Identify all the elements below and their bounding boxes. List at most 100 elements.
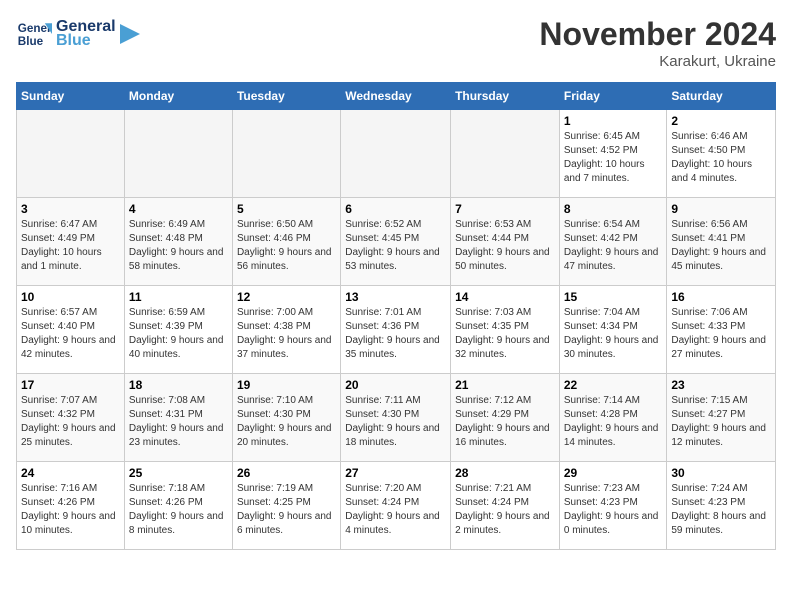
calendar-cell: 14Sunrise: 7:03 AM Sunset: 4:35 PM Dayli…	[451, 286, 560, 374]
calendar-week-3: 10Sunrise: 6:57 AM Sunset: 4:40 PM Dayli…	[17, 286, 776, 374]
calendar-cell: 8 Sunrise: 6:54 AM Sunset: 4:42 PM Daylig…	[559, 198, 667, 286]
day-info: Sunrise: 7:21 AM Sunset: 4:24 PM Dayligh…	[455, 482, 555, 538]
day-number: 23	[671, 378, 771, 392]
day-info: Sunrise: 7:19 AM Sunset: 4:25 PM Dayligh…	[237, 482, 336, 538]
day-number: 19	[237, 378, 336, 392]
calendar-cell	[124, 110, 232, 198]
calendar-cell: 30 Sunrise: 7:24 AM Sunset: 4:23 PM Dayli…	[667, 462, 776, 550]
day-number: 11	[129, 290, 228, 304]
day-info: Sunrise: 7:08 AM Sunset: 4:31 PM Dayligh…	[129, 394, 228, 450]
calendar-cell: 25 Sunrise: 7:18 AM Sunset: 4:26 PM Dayli…	[124, 462, 232, 550]
day-info: Sunrise: 7:04 AM Sunset: 4:34 PM Dayligh…	[564, 306, 663, 362]
day-number: 30	[671, 466, 771, 480]
day-number: 8	[564, 202, 663, 216]
calendar-cell: 16Sunrise: 7:06 AM Sunset: 4:33 PM Dayli…	[667, 286, 776, 374]
calendar-cell: 29Sunrise: 7:23 AM Sunset: 4:23 PM Dayli…	[559, 462, 667, 550]
calendar-table: SundayMondayTuesdayWednesdayThursdayFrid…	[16, 82, 776, 550]
day-info: Sunrise: 6:56 AM Sunset: 4:41 PM Dayligh…	[671, 218, 771, 274]
calendar-cell: 9 Sunrise: 6:56 AM Sunset: 4:41 PM Daylig…	[667, 198, 776, 286]
month-title: November 2024	[539, 16, 776, 53]
day-info: Sunrise: 7:14 AM Sunset: 4:28 PM Dayligh…	[564, 394, 663, 450]
day-number: 2	[671, 114, 771, 128]
day-number: 6	[345, 202, 446, 216]
calendar-week-2: 3Sunrise: 6:47 AM Sunset: 4:49 PM Daylig…	[17, 198, 776, 286]
day-number: 20	[345, 378, 446, 392]
day-info: Sunrise: 6:53 AM Sunset: 4:44 PM Dayligh…	[455, 218, 555, 274]
day-number: 13	[345, 290, 446, 304]
calendar-cell	[341, 110, 451, 198]
day-info: Sunrise: 7:20 AM Sunset: 4:24 PM Dayligh…	[345, 482, 446, 538]
weekday-header-thursday: Thursday	[451, 83, 560, 110]
day-number: 29	[564, 466, 663, 480]
day-info: Sunrise: 7:12 AM Sunset: 4:29 PM Dayligh…	[455, 394, 555, 450]
day-info: Sunrise: 7:01 AM Sunset: 4:36 PM Dayligh…	[345, 306, 446, 362]
day-number: 1	[564, 114, 663, 128]
day-number: 18	[129, 378, 228, 392]
calendar-cell: 5 Sunrise: 6:50 AM Sunset: 4:46 PM Daylig…	[232, 198, 340, 286]
calendar-cell: 2 Sunrise: 6:46 AM Sunset: 4:50 PM Daylig…	[667, 110, 776, 198]
day-number: 4	[129, 202, 228, 216]
day-info: Sunrise: 6:46 AM Sunset: 4:50 PM Dayligh…	[671, 130, 771, 186]
day-info: Sunrise: 6:50 AM Sunset: 4:46 PM Dayligh…	[237, 218, 336, 274]
day-number: 17	[21, 378, 120, 392]
calendar-cell: 18 Sunrise: 7:08 AM Sunset: 4:31 PM Dayli…	[124, 374, 232, 462]
calendar-week-5: 24 Sunrise: 7:16 AM Sunset: 4:26 PM Dayli…	[17, 462, 776, 550]
day-number: 21	[455, 378, 555, 392]
calendar-cell: 12Sunrise: 7:00 AM Sunset: 4:38 PM Dayli…	[232, 286, 340, 374]
day-info: Sunrise: 6:45 AM Sunset: 4:52 PM Dayligh…	[564, 130, 663, 186]
day-info: Sunrise: 7:07 AM Sunset: 4:32 PM Dayligh…	[21, 394, 120, 450]
calendar-cell: 17 Sunrise: 7:07 AM Sunset: 4:32 PM Dayli…	[17, 374, 125, 462]
day-number: 10	[21, 290, 120, 304]
day-info: Sunrise: 6:54 AM Sunset: 4:42 PM Dayligh…	[564, 218, 663, 274]
weekday-header-sunday: Sunday	[17, 83, 125, 110]
calendar-cell: 6 Sunrise: 6:52 AM Sunset: 4:45 PM Daylig…	[341, 198, 451, 286]
calendar-cell	[451, 110, 560, 198]
day-info: Sunrise: 7:15 AM Sunset: 4:27 PM Dayligh…	[671, 394, 771, 450]
calendar-cell: 20 Sunrise: 7:11 AM Sunset: 4:30 PM Dayli…	[341, 374, 451, 462]
day-number: 9	[671, 202, 771, 216]
day-info: Sunrise: 6:52 AM Sunset: 4:45 PM Dayligh…	[345, 218, 446, 274]
calendar-cell	[232, 110, 340, 198]
calendar-cell: 13 Sunrise: 7:01 AM Sunset: 4:36 PM Dayli…	[341, 286, 451, 374]
day-number: 16	[671, 290, 771, 304]
svg-text:Blue: Blue	[18, 35, 44, 48]
calendar-cell: 23 Sunrise: 7:15 AM Sunset: 4:27 PM Dayli…	[667, 374, 776, 462]
calendar-cell: 26Sunrise: 7:19 AM Sunset: 4:25 PM Dayli…	[232, 462, 340, 550]
calendar-cell: 4 Sunrise: 6:49 AM Sunset: 4:48 PM Daylig…	[124, 198, 232, 286]
day-info: Sunrise: 6:49 AM Sunset: 4:48 PM Dayligh…	[129, 218, 228, 274]
day-info: Sunrise: 7:18 AM Sunset: 4:26 PM Dayligh…	[129, 482, 228, 538]
day-number: 7	[455, 202, 555, 216]
weekday-header-wednesday: Wednesday	[341, 83, 451, 110]
location: Karakurt, Ukraine	[539, 53, 776, 70]
weekday-header-monday: Monday	[124, 83, 232, 110]
logo-icon: General Blue	[16, 16, 52, 52]
day-number: 25	[129, 466, 228, 480]
calendar-week-4: 17 Sunrise: 7:07 AM Sunset: 4:32 PM Dayli…	[17, 374, 776, 462]
calendar-cell: 11 Sunrise: 6:59 AM Sunset: 4:39 PM Dayli…	[124, 286, 232, 374]
calendar-cell: 24 Sunrise: 7:16 AM Sunset: 4:26 PM Dayli…	[17, 462, 125, 550]
logo-text-line2: Blue	[56, 32, 116, 50]
day-number: 24	[21, 466, 120, 480]
calendar-cell: 3Sunrise: 6:47 AM Sunset: 4:49 PM Daylig…	[17, 198, 125, 286]
weekday-header-tuesday: Tuesday	[232, 83, 340, 110]
calendar-week-1: 1 Sunrise: 6:45 AM Sunset: 4:52 PM Daylig…	[17, 110, 776, 198]
day-number: 15	[564, 290, 663, 304]
day-info: Sunrise: 7:00 AM Sunset: 4:38 PM Dayligh…	[237, 306, 336, 362]
calendar-cell: 7 Sunrise: 6:53 AM Sunset: 4:44 PM Daylig…	[451, 198, 560, 286]
calendar-cell: 15 Sunrise: 7:04 AM Sunset: 4:34 PM Dayli…	[559, 286, 667, 374]
day-number: 5	[237, 202, 336, 216]
day-info: Sunrise: 7:16 AM Sunset: 4:26 PM Dayligh…	[21, 482, 120, 538]
day-info: Sunrise: 7:24 AM Sunset: 4:23 PM Dayligh…	[671, 482, 771, 538]
calendar-cell: 28Sunrise: 7:21 AM Sunset: 4:24 PM Dayli…	[451, 462, 560, 550]
weekday-header-row: SundayMondayTuesdayWednesdayThursdayFrid…	[17, 83, 776, 110]
logo-arrow-icon	[120, 24, 140, 44]
calendar-cell: 1 Sunrise: 6:45 AM Sunset: 4:52 PM Daylig…	[559, 110, 667, 198]
logo: General Blue General Blue	[16, 16, 140, 52]
day-info: Sunrise: 7:11 AM Sunset: 4:30 PM Dayligh…	[345, 394, 446, 450]
day-number: 22	[564, 378, 663, 392]
day-info: Sunrise: 6:59 AM Sunset: 4:39 PM Dayligh…	[129, 306, 228, 362]
day-number: 27	[345, 466, 446, 480]
day-number: 14	[455, 290, 555, 304]
page-header: General Blue General Blue November 2024 …	[16, 16, 776, 70]
calendar-cell: 22 Sunrise: 7:14 AM Sunset: 4:28 PM Dayli…	[559, 374, 667, 462]
